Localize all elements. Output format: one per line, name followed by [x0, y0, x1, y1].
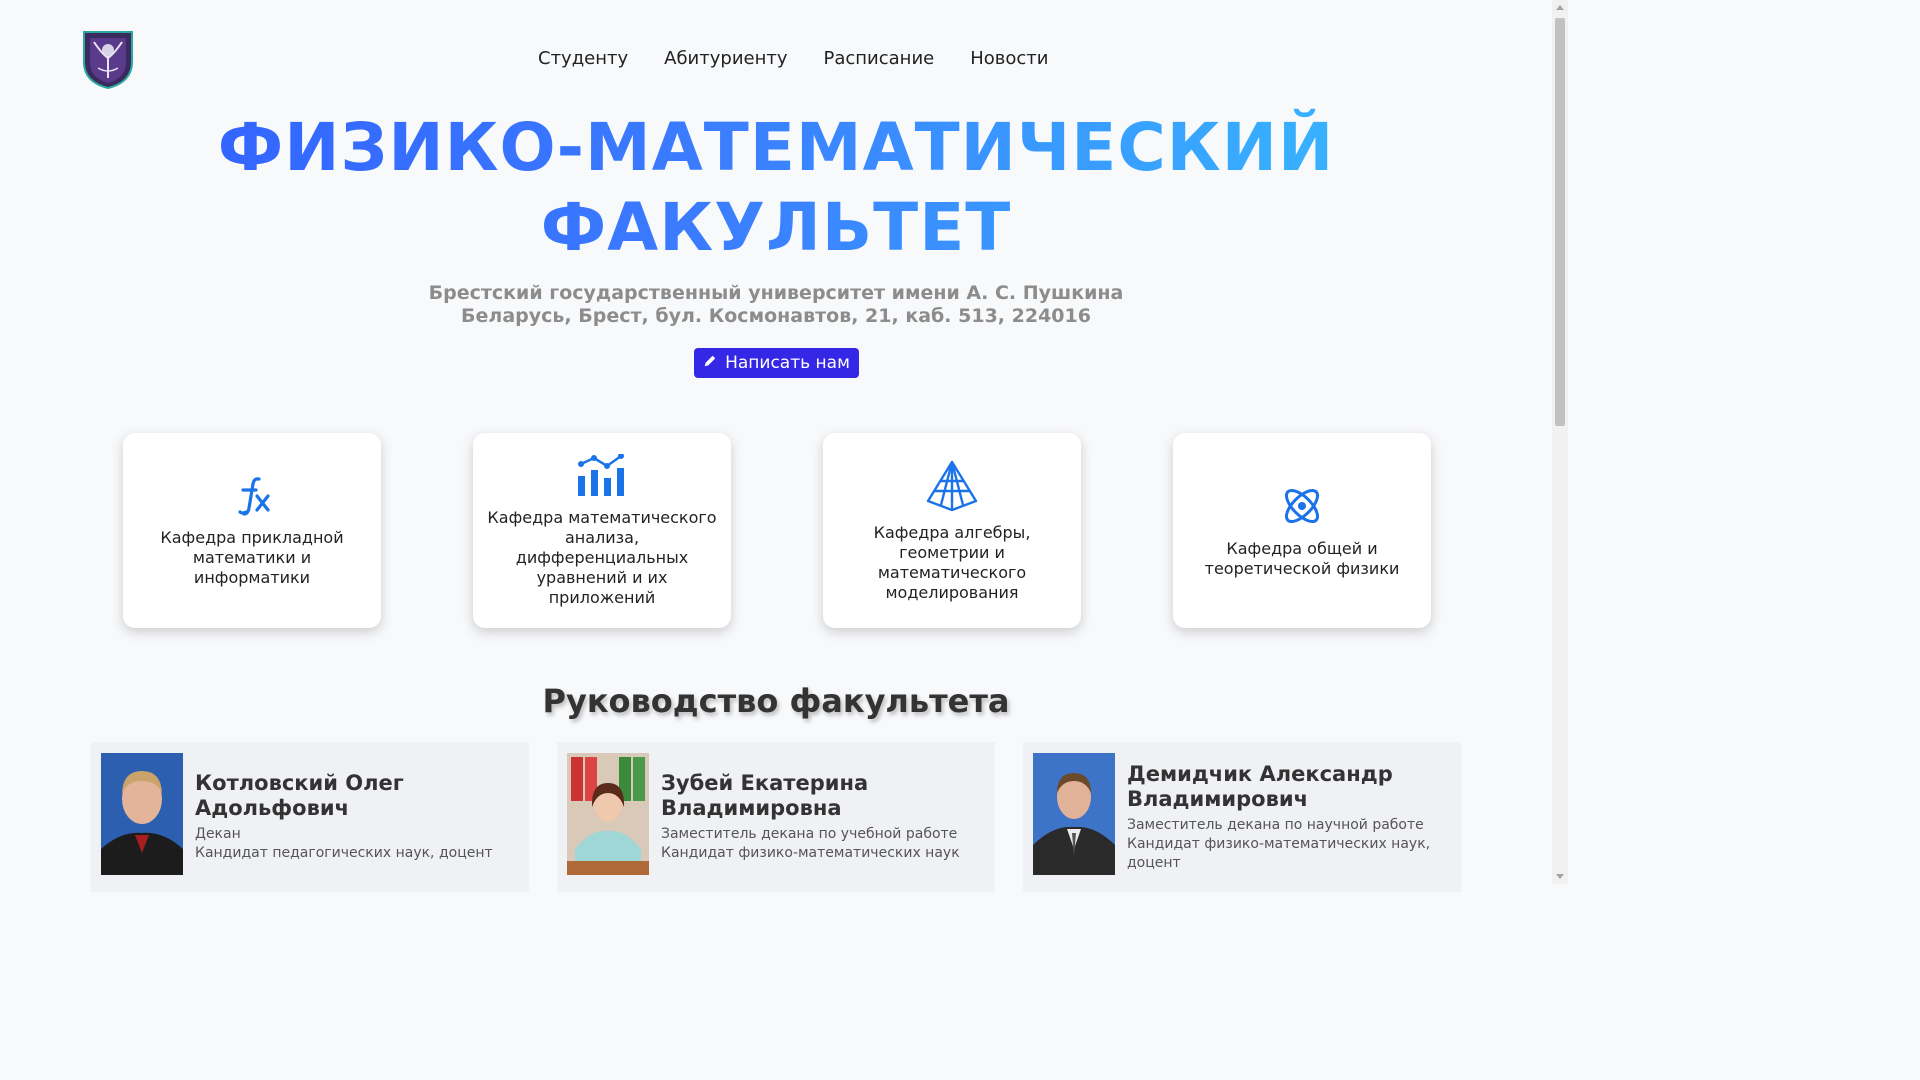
atom-icon — [1279, 483, 1325, 529]
department-card-algebra-geometry[interactable]: Кафедра алгебры, геометрии и математичес… — [823, 433, 1081, 628]
person-name: Демидчик Александр Владимирович — [1127, 761, 1393, 811]
scrollbar-thumb[interactable] — [1555, 18, 1565, 426]
main-nav: Студенту Абитуриенту Расписание Новости — [538, 48, 1048, 69]
person-photo — [567, 753, 649, 875]
person-name: Зубей Екатерина Владимировна — [661, 771, 869, 820]
nav-item-schedule[interactable]: Расписание — [824, 48, 935, 69]
title-line-2: ФАКУЛЬТЕТ — [540, 189, 1012, 266]
department-label: Кафедра алгебры, геометрии и математичес… — [873, 522, 1031, 602]
department-label: Кафедра общей и теоретической физики — [1204, 538, 1400, 578]
person-card[interactable]: Зубей Екатерина Владимировна Заместитель… — [557, 742, 995, 892]
person-degree: Кандидат педагогических наук, доцент — [195, 845, 493, 861]
pyramid-icon — [925, 459, 979, 513]
page-scrollbar[interactable] — [1552, 0, 1568, 884]
person-role: Заместитель декана по научной работе — [1127, 816, 1424, 833]
chart-icon — [576, 453, 628, 498]
person-degree: Кандидат физико-математических наук, доц… — [1127, 835, 1431, 871]
department-card-math-analysis[interactable]: Кафедра математического анализа, диффере… — [473, 433, 731, 628]
department-card-applied-math[interactable]: Кафедра прикладной математики и информат… — [123, 433, 381, 628]
person-role: Декан — [195, 826, 241, 842]
university-info: Брестский государственный университет им… — [0, 282, 1552, 328]
university-address: Беларусь, Брест, бул. Космонавтов, 21, к… — [461, 305, 1091, 327]
write-us-button[interactable]: Написать нам — [694, 348, 859, 378]
pencil-icon — [703, 353, 717, 373]
scroll-down-icon[interactable] — [1556, 874, 1564, 879]
university-name: Брестский государственный университет им… — [428, 282, 1124, 304]
person-name: Котловский Олег Адольфович — [195, 771, 404, 820]
scroll-up-icon[interactable] — [1556, 5, 1564, 10]
person-photo — [1033, 753, 1115, 875]
nav-item-student[interactable]: Студенту — [538, 48, 628, 69]
department-card-physics[interactable]: Кафедра общей и теоретической физики — [1173, 433, 1431, 628]
leadership-title: Руководство факультета — [542, 682, 1010, 720]
nav-item-applicant[interactable]: Абитуриенту — [664, 48, 787, 69]
leadership-list: Котловский Олег Адольфович Декан Кандида… — [91, 742, 1461, 892]
department-label: Кафедра прикладной математики и информат… — [160, 527, 344, 587]
department-label: Кафедра математического анализа, диффере… — [487, 507, 717, 607]
person-card[interactable]: Демидчик Александр Владимирович Заместит… — [1023, 742, 1461, 892]
title-line-1: ФИЗИКО-МАТЕМАТИЧЕСКИЙ — [217, 109, 1335, 186]
fx-icon — [232, 474, 272, 518]
person-role: Заместитель декана по учебной работе — [661, 826, 958, 842]
departments-list: Кафедра прикладной математики и информат… — [123, 433, 1431, 628]
person-card[interactable]: Котловский Олег Адольфович Декан Кандида… — [91, 742, 529, 892]
page-title: ФИЗИКО-МАТЕМАТИЧЕСКИЙ ФАКУЛЬТЕТ — [0, 108, 1552, 268]
person-photo — [101, 753, 183, 875]
nav-item-news[interactable]: Новости — [970, 48, 1048, 69]
faculty-logo[interactable] — [80, 28, 136, 90]
write-us-label: Написать нам — [725, 353, 850, 373]
person-degree: Кандидат физико-математических наук — [661, 845, 960, 861]
